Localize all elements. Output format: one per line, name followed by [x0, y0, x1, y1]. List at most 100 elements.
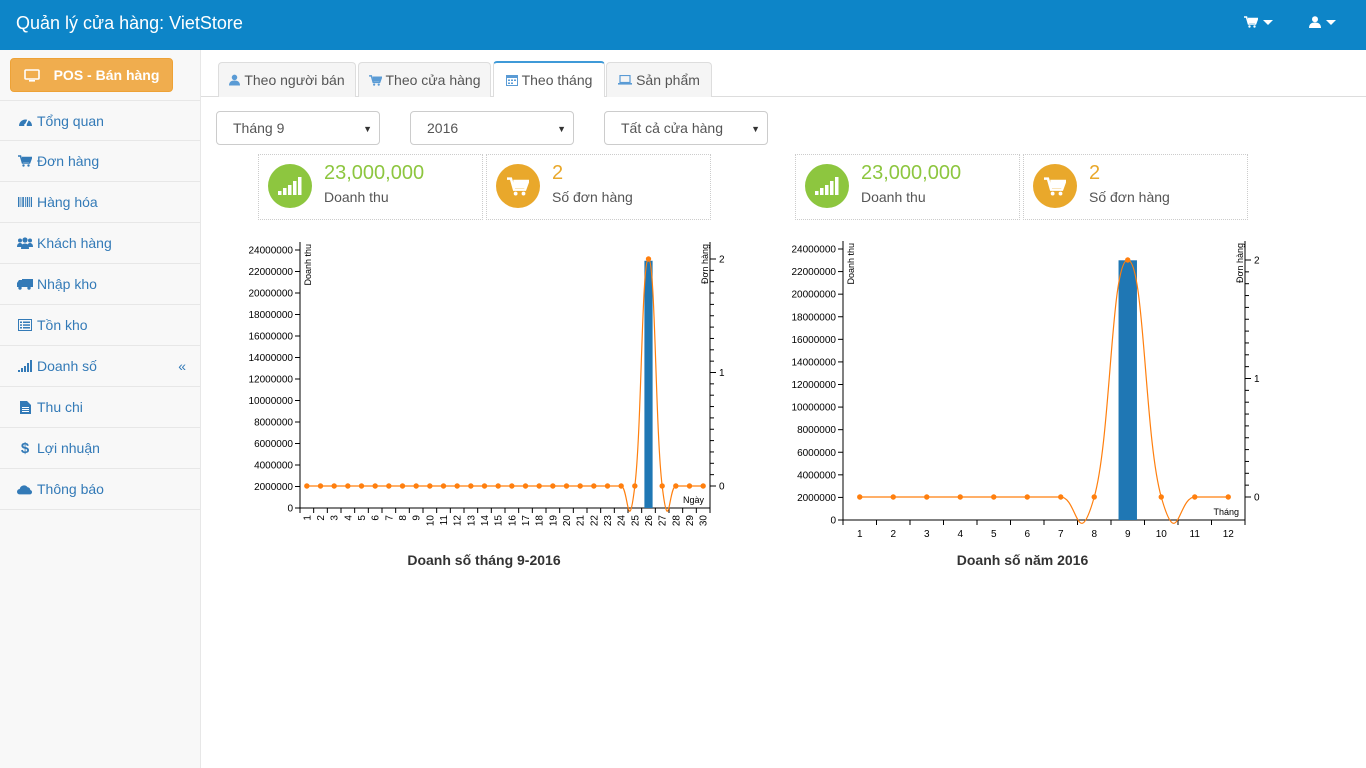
- store-select[interactable]: Tất cả cửa hàng ▼: [604, 111, 768, 145]
- y-tick-label: 12000000: [792, 380, 837, 391]
- user-dropdown[interactable]: [1309, 16, 1336, 28]
- select-arrow-icon: ▼: [363, 124, 372, 134]
- orders-point: [1225, 494, 1231, 500]
- x-tick-label: 3: [924, 529, 930, 540]
- pos-button[interactable]: POS - Bán hàng: [10, 58, 173, 92]
- tab-label: Theo người bán: [244, 72, 345, 88]
- x-tick-label: 2: [890, 529, 896, 540]
- tab-theo-nguoi-ban[interactable]: Theo người bán: [218, 62, 356, 97]
- cloud-icon: [17, 482, 33, 496]
- x-tick-label: 8: [398, 515, 409, 521]
- orders-point: [345, 483, 351, 489]
- x-tick-label: 7: [384, 515, 395, 521]
- tab-san-pham[interactable]: Sản phẩm: [606, 62, 712, 97]
- tab-label: Sản phẩm: [636, 72, 700, 88]
- user-icon: [1309, 16, 1321, 28]
- orders-point: [591, 483, 597, 489]
- sidebar-item-label: Hàng hóa: [37, 194, 98, 210]
- orders-stat-year: 2 Số đơn hàng: [1023, 154, 1248, 220]
- y-tick-label: 24000000: [249, 246, 294, 257]
- cart-icon: [1033, 164, 1077, 208]
- x-tick-label: 10: [425, 515, 436, 527]
- sidebar-item-thu-chi[interactable]: Thu chi: [0, 387, 200, 428]
- orders-point: [686, 483, 693, 489]
- y-axis-label: Doanh thu: [303, 244, 313, 286]
- y-tick-label: 4000000: [797, 470, 836, 481]
- signal-icon: [268, 164, 312, 208]
- orders-point: [317, 483, 324, 489]
- orders-point: [413, 483, 419, 489]
- sidebar-item-doanh-so[interactable]: Doanh số «: [0, 346, 200, 387]
- y-tick-label: 22000000: [249, 267, 294, 278]
- sidebar-item-khach-hang[interactable]: Khách hàng: [0, 223, 200, 264]
- y-tick-label: 14000000: [792, 357, 837, 368]
- orders-point: [577, 483, 583, 489]
- x-tick-label: 2: [316, 515, 327, 521]
- tab-label: Theo cửa hàng: [385, 72, 481, 88]
- y-tick-label: 0: [287, 504, 293, 515]
- orders-point: [495, 483, 501, 489]
- signal-icon: [17, 359, 33, 373]
- orders-point: [399, 483, 406, 489]
- orders-point: [304, 483, 310, 489]
- cart-dropdown[interactable]: [1244, 16, 1273, 28]
- x-tick-label: 4: [957, 529, 963, 540]
- daily-sales-chart: 0200000040000006000000800000010000000120…: [249, 242, 725, 527]
- select-arrow-icon: ▼: [751, 124, 760, 134]
- x-tick-label: 10: [1156, 529, 1168, 540]
- x-tick-label: 18: [535, 515, 546, 527]
- sidebar-item-hang-hoa[interactable]: Hàng hóa: [0, 182, 200, 223]
- dashboard-icon: [17, 114, 33, 128]
- y-tick-label: 0: [830, 516, 836, 527]
- sidebar-item-label: Thông báo: [37, 481, 104, 497]
- y-tick-label: 18000000: [792, 312, 837, 323]
- y-tick-label: 2000000: [797, 493, 836, 504]
- sidebar-item-nhap-kho[interactable]: Nhập kho: [0, 264, 200, 305]
- x-tick-label: 26: [644, 515, 655, 527]
- sidebar-item-label: Doanh số: [37, 358, 97, 374]
- tab-theo-cua-hang[interactable]: Theo cửa hàng: [358, 62, 491, 97]
- orders-point: [481, 483, 488, 489]
- app-title[interactable]: Quản lý cửa hàng: VietStore: [16, 13, 243, 34]
- x-tick-label: 15: [494, 515, 505, 527]
- y-tick-label: 16000000: [249, 332, 294, 343]
- users-icon: [17, 236, 33, 250]
- stat-label: Số đơn hàng: [552, 189, 633, 205]
- stat-label: Doanh thu: [324, 189, 389, 205]
- orders-point: [659, 483, 665, 489]
- collapse-arrow-icon[interactable]: «: [178, 358, 186, 374]
- sidebar-item-tong-quan[interactable]: Tổng quan: [0, 100, 200, 141]
- stat-value: 2: [1089, 162, 1101, 184]
- month-select[interactable]: Tháng 9 ▼: [216, 111, 380, 145]
- x-tick-label: 6: [1024, 529, 1030, 540]
- orders-point: [386, 483, 392, 489]
- sidebar-item-don-hang[interactable]: Đơn hàng: [0, 141, 200, 182]
- file-icon: [17, 400, 33, 414]
- orders-point: [522, 483, 529, 489]
- sidebar-item-thong-bao[interactable]: Thông báo: [0, 469, 200, 510]
- orders-point: [857, 494, 863, 500]
- cart-icon: [1244, 16, 1258, 28]
- y2-tick-label: 1: [1254, 374, 1260, 385]
- x-tick-label: 5: [357, 515, 368, 521]
- orders-point: [924, 494, 930, 500]
- cart-icon: [496, 164, 540, 208]
- orders-point: [440, 483, 447, 489]
- orders-point: [1024, 494, 1030, 500]
- orders-point: [1058, 494, 1064, 500]
- tab-theo-thang[interactable]: Theo tháng: [493, 61, 605, 97]
- y2-tick-label: 1: [719, 368, 725, 379]
- bar: [1118, 260, 1137, 520]
- orders-point: [509, 483, 515, 489]
- x-tick-label: 30: [699, 515, 710, 527]
- sidebar-item-loi-nhuan[interactable]: $ Lợi nhuận: [0, 428, 200, 469]
- orders-point: [645, 256, 652, 262]
- y-tick-label: 6000000: [797, 448, 836, 459]
- monthly-sales-chart: 0200000040000006000000800000010000000120…: [792, 241, 1260, 540]
- calendar-icon: [505, 75, 518, 86]
- sidebar-item-label: Tồn kho: [37, 317, 88, 333]
- year-select[interactable]: 2016 ▼: [410, 111, 574, 145]
- sidebar-item-ton-kho[interactable]: Tồn kho: [0, 305, 200, 346]
- y-tick-label: 10000000: [249, 396, 294, 407]
- chevron-down-icon: [1326, 19, 1336, 25]
